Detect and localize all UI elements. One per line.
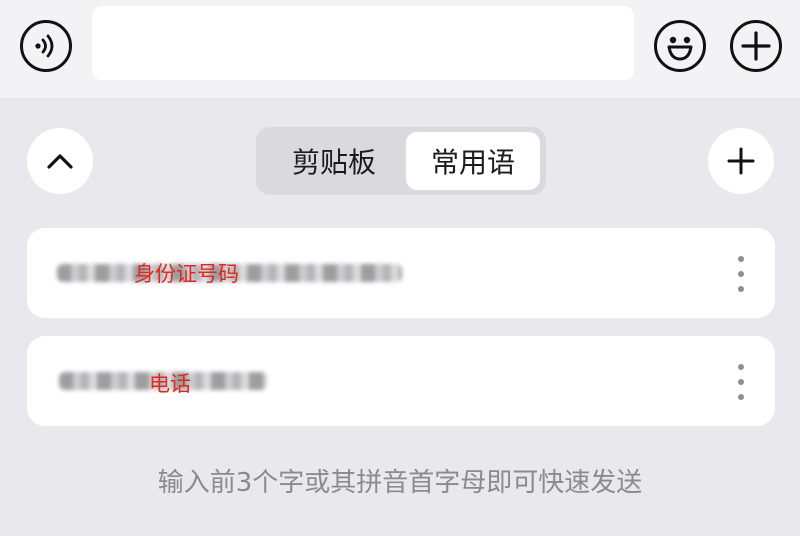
phrase-label: 电话: [149, 372, 191, 396]
message-input[interactable]: [92, 6, 634, 80]
more-options-icon[interactable]: [737, 256, 745, 292]
segmented-tab-control: 剪贴板 常用语: [256, 127, 546, 195]
phrase-item[interactable]: 身份证号码: [27, 228, 775, 318]
emoji-icon[interactable]: [654, 20, 706, 72]
collapse-button[interactable]: [27, 128, 93, 194]
voice-waves-icon: [35, 34, 54, 58]
more-functions-plus-icon[interactable]: [730, 20, 782, 72]
hint-text: 输入前3个字或其拼音首字母即可快速发送: [157, 468, 643, 498]
phrase-item[interactable]: 电话: [27, 336, 775, 426]
smiley-face-icon: [667, 36, 693, 61]
plus-icon: [741, 31, 771, 61]
add-phrase-button[interactable]: [708, 128, 774, 194]
phrase-label: 身份证号码: [134, 262, 239, 286]
voice-input-icon[interactable]: [20, 20, 72, 72]
tab-clipboard[interactable]: 剪贴板: [264, 132, 404, 190]
tab-common-phrases[interactable]: 常用语: [406, 132, 540, 190]
chevron-up-icon: [47, 154, 73, 169]
more-options-icon[interactable]: [737, 364, 745, 400]
plus-icon: [727, 147, 755, 175]
input-bar: [0, 0, 800, 98]
